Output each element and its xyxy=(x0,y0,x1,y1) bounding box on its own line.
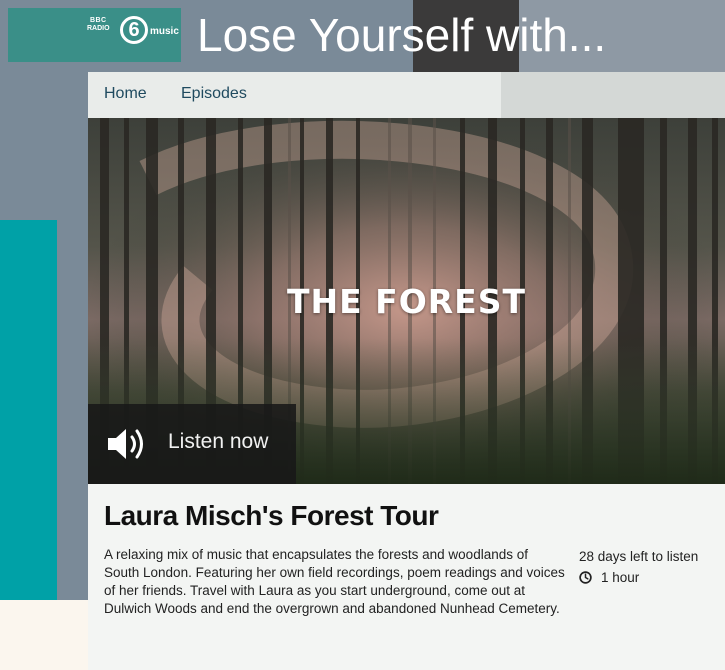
radio-text: RADIO xyxy=(87,25,110,32)
duration: 1 hour xyxy=(579,570,639,585)
radio-6-music-logo[interactable]: BBC RADIO 6 music xyxy=(8,8,181,62)
side-grey-strip xyxy=(57,220,90,600)
speaker-icon xyxy=(108,429,143,459)
listen-now-button[interactable]: Listen now xyxy=(88,404,296,484)
episode-title: Laura Misch's Forest Tour xyxy=(104,500,439,531)
page-headline: Lose Yourself with... xyxy=(197,9,607,61)
six-ring-icon: 6 xyxy=(120,16,148,44)
teal-side-strip xyxy=(0,220,57,600)
artwork-title: THE FOREST xyxy=(287,282,526,321)
bbc-text: BBC xyxy=(89,17,107,24)
episode-details: Laura Misch's Forest Tour A relaxing mix… xyxy=(88,484,725,670)
episode-hero-image[interactable]: THE FOREST Listen now xyxy=(88,118,725,484)
music-wordmark: music xyxy=(150,26,179,37)
cream-corner-block xyxy=(0,600,90,670)
episode-description: A relaxing mix of music that encapsulate… xyxy=(104,547,565,616)
nav-item-home[interactable]: Home xyxy=(104,85,147,103)
duration-text: 1 hour xyxy=(601,570,640,585)
station-number: 6 xyxy=(128,19,140,41)
nav-item-episodes[interactable]: Episodes xyxy=(181,85,247,103)
nav-bar: Home Episodes xyxy=(88,72,725,118)
nav-bar-shade xyxy=(501,72,725,118)
listen-now-label: Listen now xyxy=(168,430,269,453)
clock-icon xyxy=(579,571,592,584)
availability-text: 28 days left to listen xyxy=(579,549,699,564)
bbc-radio-mark: BBC RADIO xyxy=(87,17,110,33)
